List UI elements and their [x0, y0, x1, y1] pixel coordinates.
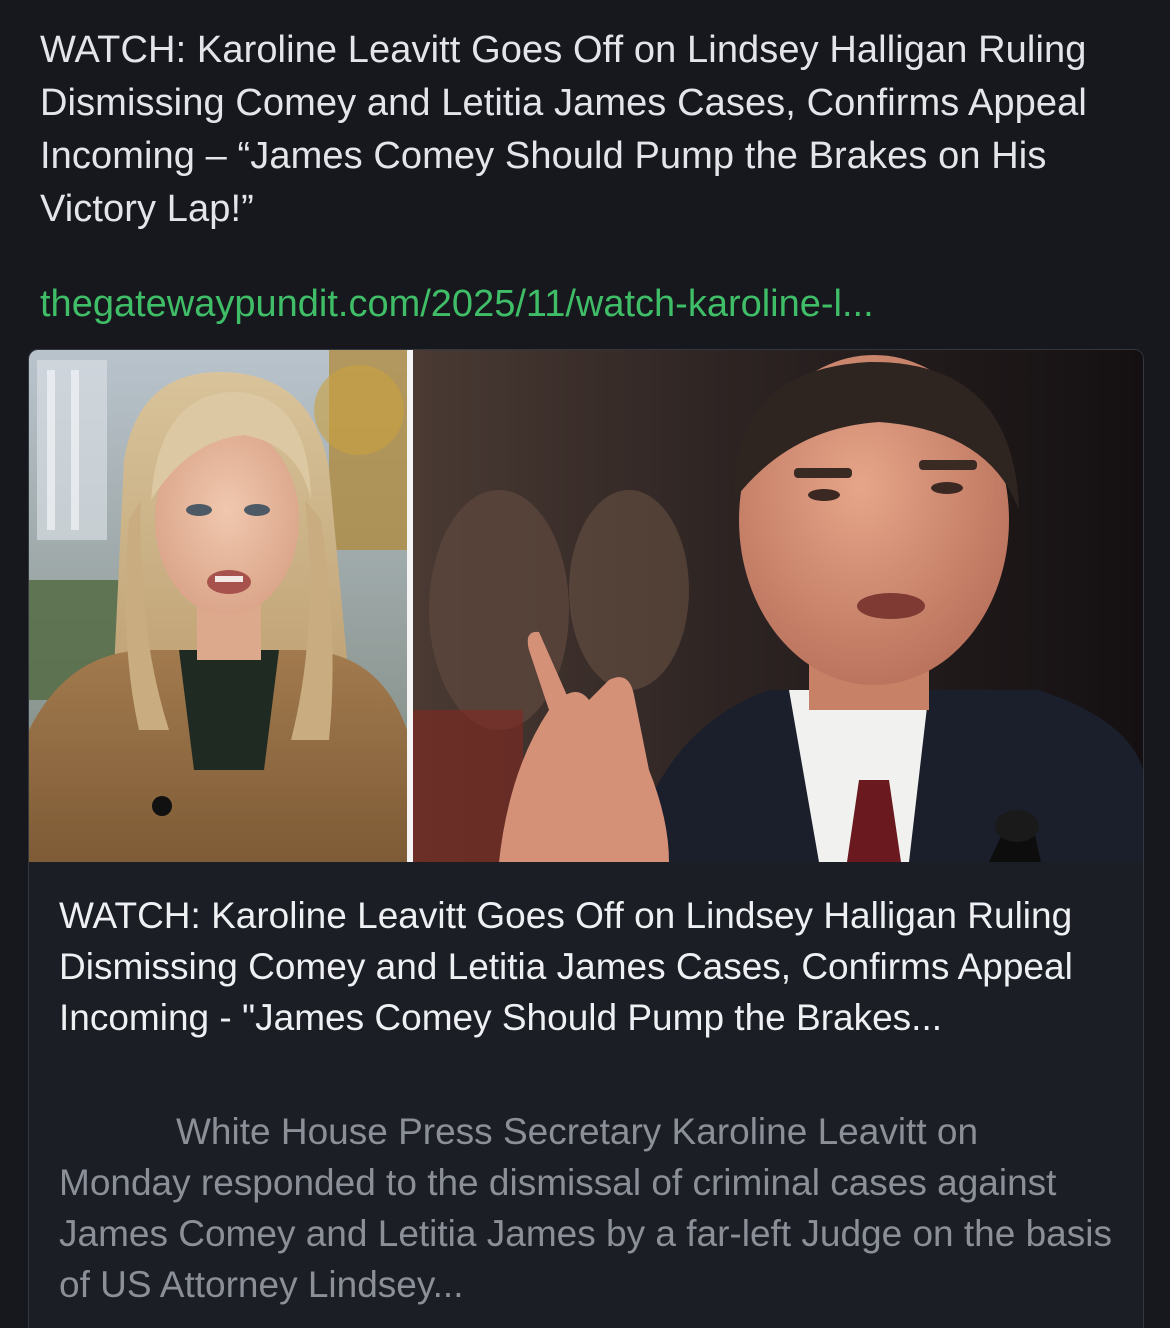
post-link[interactable]: thegatewaypundit.com/2025/11/watch-karol…: [40, 278, 874, 331]
news-photo-image: [29, 350, 1143, 862]
link-preview-card[interactable]: WATCH: Karoline Leavitt Goes Off on Lind…: [28, 349, 1144, 1328]
card-image[interactable]: [29, 350, 1143, 862]
post-text: WATCH: Karoline Leavitt Goes Off on Lind…: [40, 29, 1087, 230]
card-description: White House Press Secretary Karoline Lea…: [59, 1111, 1112, 1305]
card-title: WATCH: Karoline Leavitt Goes Off on Lind…: [59, 895, 1073, 1038]
